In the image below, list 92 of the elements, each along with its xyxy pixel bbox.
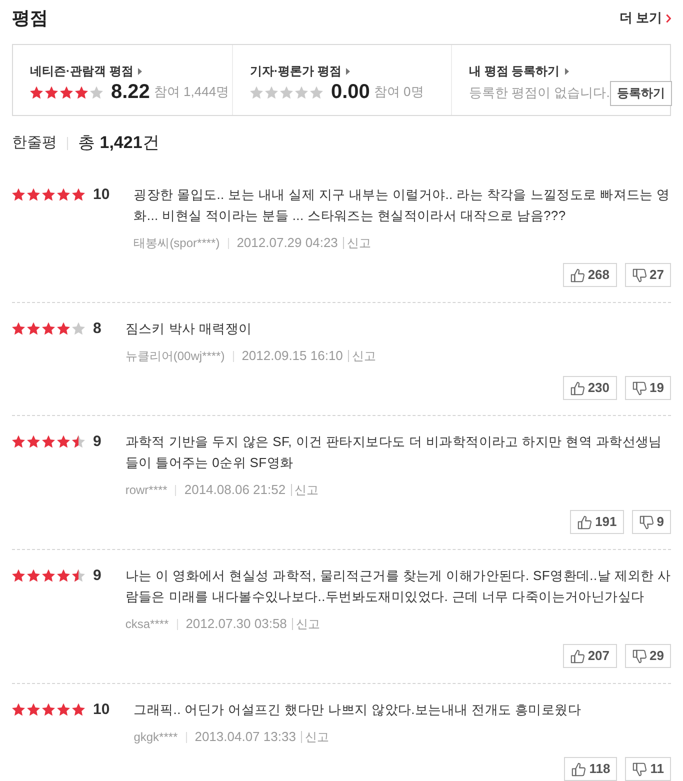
star-icon: [72, 703, 85, 716]
star-icon: [27, 322, 40, 335]
star-icon: [12, 703, 25, 716]
star-icon: [27, 188, 40, 201]
triangle-icon: [346, 68, 350, 74]
star-icon: [42, 188, 55, 201]
thumbs-down-icon: [632, 268, 647, 282]
review-score: 9: [93, 432, 102, 452]
participant-count: 참여 0명: [374, 83, 424, 102]
dislike-button[interactable]: 19: [624, 376, 671, 400]
dislike-button[interactable]: 9: [632, 510, 671, 534]
star-icon: [57, 435, 70, 448]
dislike-button[interactable]: 27: [624, 263, 671, 287]
review-text: 그래픽.. 어딘가 어설프긴 했다만 나쁘지 않았다.보는내내 전개도 흥미로웠다: [134, 701, 582, 719]
star-icon: [42, 322, 55, 335]
thumbs-down-icon: [638, 514, 654, 530]
section-title: 평점: [12, 9, 48, 27]
review-date: 2012.07.29 04:23: [236, 234, 338, 252]
review-text: 과학적 기반을 두지 않은 SF, 이건 판타지보다도 더 비과학적이라고 하지만 현역 과학선생님들이 틀어주는 0순위 SF영화: [125, 433, 663, 472]
star-icon: [27, 703, 40, 716]
like-button[interactable]: 191: [570, 510, 624, 534]
participant-count: 참여 1,444명: [154, 83, 230, 102]
like-button[interactable]: 207: [562, 644, 617, 668]
review-score: 8: [93, 319, 102, 339]
star-icon: [72, 435, 85, 448]
review-date: 2012.07.30 03:58: [186, 615, 287, 634]
review-date: 2012.09.15 16:10: [242, 347, 343, 366]
star-icon: [42, 569, 55, 582]
star-icon: [12, 188, 25, 201]
empty-rating-message: 등록한 평점이 없습니다.: [469, 84, 610, 102]
dislike-button[interactable]: 29: [624, 644, 671, 668]
star-icon: [60, 86, 73, 98]
chevron-right-icon: [666, 14, 671, 22]
star-icon: [72, 569, 85, 582]
star-icon: [12, 435, 25, 448]
rating-score: 8.22: [111, 82, 150, 102]
star-icon: [57, 569, 70, 582]
star-icon: [250, 86, 263, 98]
review-text: 짐스키 박사 매력쟁이: [125, 320, 253, 338]
thumbs-down-icon: [632, 648, 647, 664]
review-text: 굉장한 몰입도.. 보는 내내 실제 지구 내부는 이럴거야.. 라는 착각을 느낄정도로 빠져드는 영화... 비현실 적이라는 분들 ... 스타워즈는 현실적이라서 대작으로 남음???: [134, 186, 671, 225]
review-date: 2014.08.06 21:52: [184, 481, 286, 500]
star-icon: [45, 86, 58, 98]
star-icon: [295, 86, 308, 98]
comments-total: 총 1,421건: [78, 132, 160, 154]
rating-score: 0.00: [331, 82, 370, 102]
star-icon: [75, 86, 88, 98]
star-icon: [72, 188, 85, 201]
star-icon: [310, 86, 323, 98]
star-icon: [12, 569, 25, 582]
star-icon: [12, 322, 25, 335]
star-icon: [57, 322, 70, 335]
star-icon: [27, 435, 40, 448]
review-author: rowr****: [125, 482, 168, 499]
star-icon: [57, 188, 70, 201]
triangle-icon: [138, 68, 142, 74]
rating-label[interactable]: 기자·평론가 평점: [250, 62, 342, 80]
like-button[interactable]: 118: [564, 757, 618, 781]
review-text: 나는 이 영화에서 현실성 과학적, 물리적근거를 찾는게 이해가안된다. SF영환데..날 제외한 사람들은 미래를 내다볼수있나보다..두번봐도재미있었다. 근데 너무 다죽이는거아닌가싶다: [125, 567, 671, 606]
thumbs-up-icon: [570, 268, 585, 282]
star-icon: [42, 435, 55, 448]
thumbs-down-icon: [632, 762, 648, 776]
rating-label[interactable]: 네티즌·관람객 평점: [30, 62, 134, 80]
star-icon: [57, 703, 70, 716]
more-link[interactable]: 더 보기: [619, 8, 671, 28]
star-icon: [265, 86, 278, 98]
comments-title: 한줄평: [12, 132, 57, 153]
star-icon: [27, 569, 40, 582]
star-icon: [42, 703, 55, 716]
review-score: 10: [93, 700, 110, 720]
star-icon: [72, 322, 85, 335]
star-icon: [90, 86, 103, 98]
review-score: 9: [93, 566, 102, 586]
thumbs-down-icon: [632, 380, 647, 396]
register-button[interactable]: 등록하기: [610, 80, 672, 106]
thumbs-up-icon: [577, 514, 592, 530]
triangle-icon: [564, 68, 569, 74]
review-score: 10: [93, 185, 110, 205]
review-date: 2013.04.07 13:33: [194, 728, 296, 746]
review-author: 태봉씨(spor****): [134, 235, 220, 252]
star-icon: [280, 86, 293, 98]
thumbs-up-icon: [570, 380, 585, 396]
thumbs-up-icon: [571, 762, 586, 776]
review-author: 뉴클리어(00wj****): [125, 348, 225, 365]
review-author: cksa****: [125, 616, 169, 633]
rating-label[interactable]: 내 평점 등록하기: [469, 62, 560, 80]
thumbs-up-icon: [570, 648, 585, 664]
like-button[interactable]: 268: [562, 263, 617, 287]
review-author: gkgk****: [134, 729, 178, 746]
dislike-button[interactable]: 11: [625, 757, 671, 781]
like-button[interactable]: 230: [562, 376, 617, 400]
star-icon: [30, 86, 43, 98]
